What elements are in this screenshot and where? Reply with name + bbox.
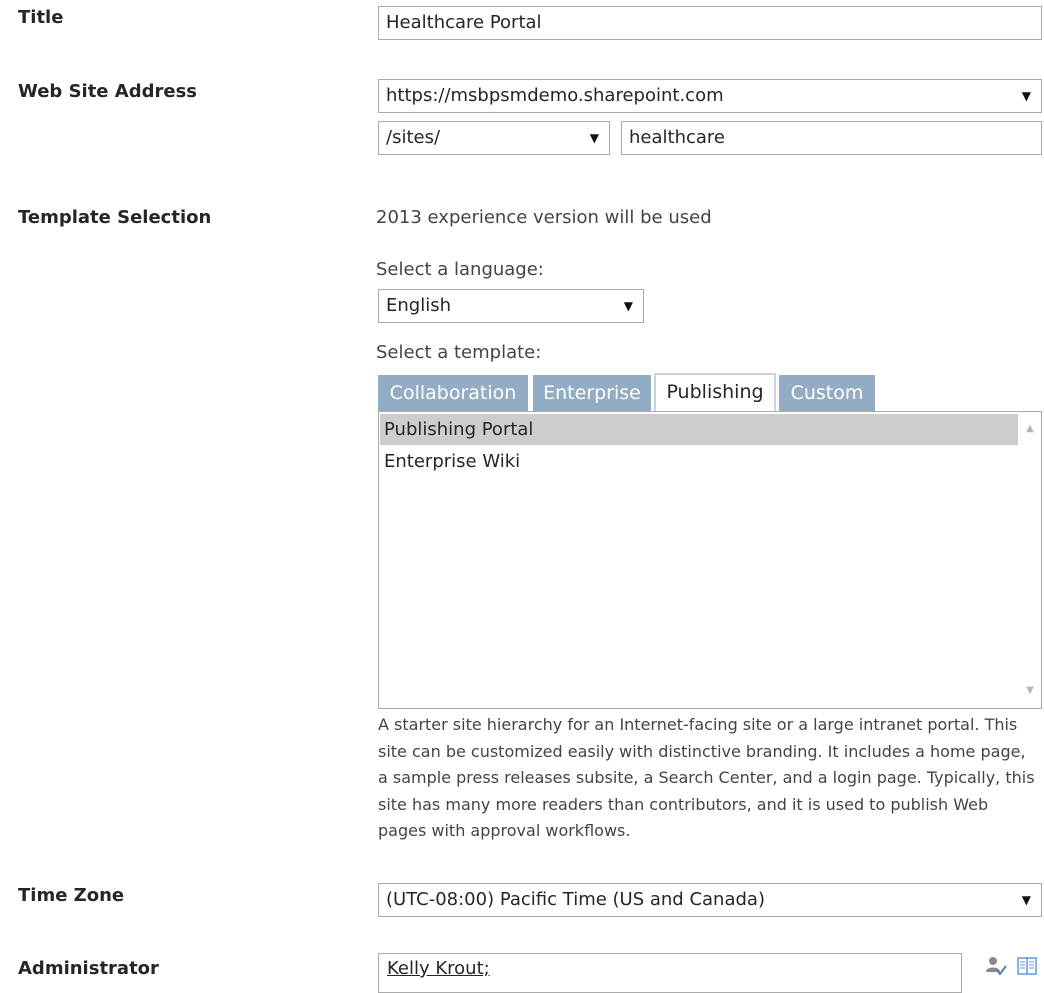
check-names-icon[interactable] — [985, 955, 1007, 977]
experience-version-note: 2013 experience version will be used — [376, 207, 712, 228]
administrator-entry[interactable]: Kelly Krout; — [387, 958, 490, 979]
select-language-label: Select a language: — [376, 259, 544, 280]
tab-collaboration[interactable]: Collaboration — [378, 375, 528, 411]
triangle-down-icon: ▼ — [623, 299, 633, 313]
url-name-input[interactable]: healthcare — [621, 121, 1042, 155]
select-template-label: Select a template: — [376, 342, 542, 363]
time-zone-select-value: (UTC-08:00) Pacific Time (US and Canada) — [386, 889, 765, 910]
path-select[interactable]: /sites/ ▼ — [378, 121, 610, 155]
address-book-icon[interactable] — [1016, 955, 1038, 977]
template-listbox[interactable]: Publishing Portal Enterprise Wiki ▲ ▼ — [378, 411, 1042, 709]
language-select[interactable]: English ▼ — [378, 289, 644, 323]
language-select-value: English — [386, 295, 451, 316]
tab-publishing[interactable]: Publishing — [654, 373, 776, 411]
listbox-scrollbar[interactable]: ▲ ▼ — [1019, 412, 1041, 708]
list-item-publishing-portal[interactable]: Publishing Portal — [380, 414, 1018, 445]
triangle-down-icon: ▼ — [589, 131, 599, 145]
domain-select[interactable]: https://msbpsmdemo.sharepoint.com ▼ — [378, 79, 1042, 113]
path-select-value: /sites/ — [386, 127, 441, 148]
triangle-down-icon: ▼ — [1021, 89, 1031, 103]
tab-enterprise[interactable]: Enterprise — [533, 375, 651, 411]
template-description: A starter site hierarchy for an Internet… — [378, 715, 1035, 841]
administrator-people-picker[interactable]: Kelly Krout; — [378, 953, 962, 993]
domain-select-value: https://msbpsmdemo.sharepoint.com — [386, 85, 724, 106]
title-input[interactable]: Healthcare Portal — [378, 6, 1042, 40]
template-selection-label: Template Selection — [18, 207, 212, 228]
triangle-down-icon: ▼ — [1021, 893, 1031, 907]
tab-custom[interactable]: Custom — [779, 375, 875, 411]
list-item-enterprise-wiki[interactable]: Enterprise Wiki — [380, 446, 1018, 477]
title-label: Title — [18, 7, 64, 28]
time-zone-select[interactable]: (UTC-08:00) Pacific Time (US and Canada)… — [378, 883, 1042, 917]
time-zone-label: Time Zone — [18, 885, 125, 906]
administrator-label: Administrator — [18, 958, 159, 979]
scroll-up-icon[interactable]: ▲ — [1019, 418, 1041, 440]
web-site-address-label: Web Site Address — [18, 81, 197, 102]
scroll-down-icon[interactable]: ▼ — [1019, 680, 1041, 702]
